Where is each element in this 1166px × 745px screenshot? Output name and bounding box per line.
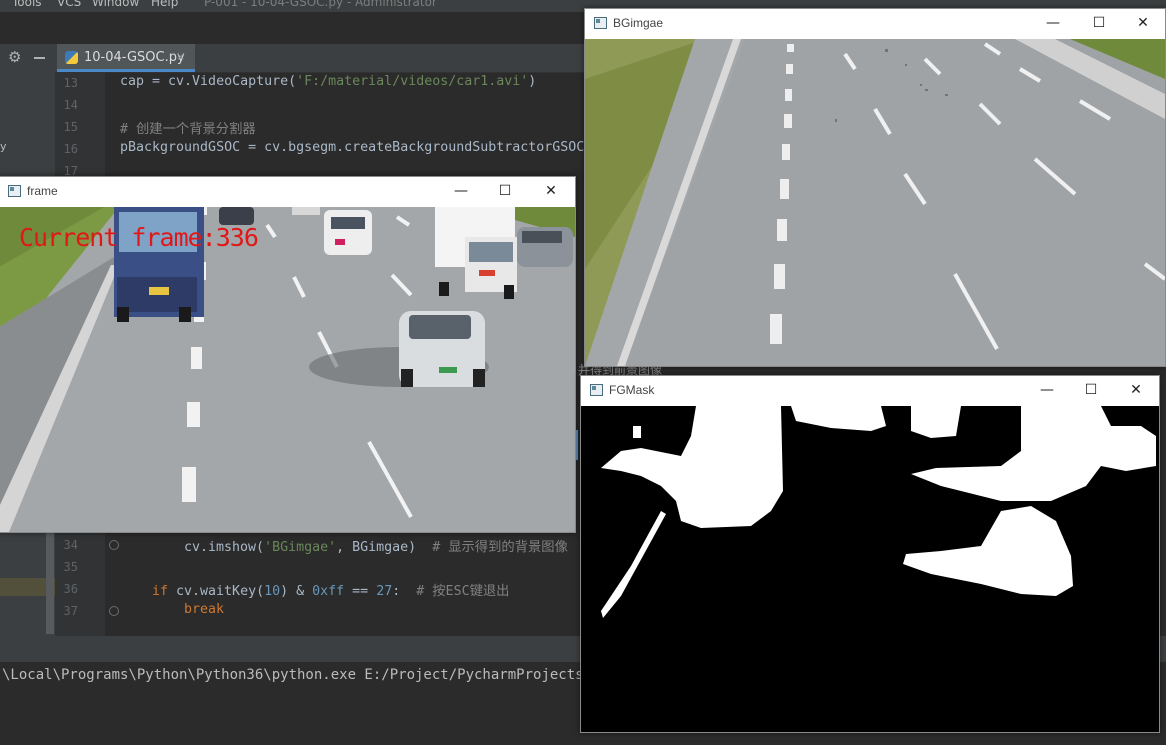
code-comment: # 按ESC键退出 — [416, 584, 510, 599]
frame-counter: Current frame:336 — [19, 223, 259, 252]
grey-car — [517, 227, 573, 267]
code-comment: # 显示得到的背景图像 — [432, 540, 568, 555]
menu-help[interactable]: Help — [151, 0, 178, 9]
minimize-button[interactable]: — — [1033, 12, 1073, 34]
code-keyword: if — [152, 584, 169, 599]
menu-window[interactable]: Window — [92, 0, 139, 9]
line-number: 34 — [63, 538, 78, 552]
video-frame: Current frame:336 — [0, 207, 575, 532]
window-titlebar[interactable]: frame — ☐ ✕ — [0, 177, 575, 206]
fold-icon[interactable] — [109, 606, 119, 616]
menu-tools[interactable]: Tools — [12, 0, 42, 9]
line-number: 13 — [63, 76, 78, 90]
tab-close-icon[interactable]: × — [176, 50, 185, 63]
bgimage-window[interactable]: BGimgae — ☐ ✕ — [584, 8, 1166, 367]
menu-vcs[interactable]: VCS — [57, 0, 81, 9]
code-text: == — [344, 584, 377, 599]
code-line-36[interactable]: if cv.waitKey(10) & 0xff == 27: # 按ESC键退… — [152, 580, 509, 599]
python-file-icon — [65, 51, 78, 64]
background-image — [585, 39, 1165, 366]
code-text: ) & — [280, 584, 313, 599]
line-number: 16 — [63, 142, 78, 156]
window-title: frame — [27, 184, 58, 198]
fold-icon[interactable] — [109, 540, 119, 550]
code-line-34[interactable]: cv.imshow('BGimgae', BGimgae) # 显示得到的背景图… — [184, 536, 568, 555]
window-titlebar[interactable]: FGMask — ☐ ✕ — [581, 376, 1159, 405]
close-button[interactable]: ✕ — [1123, 12, 1163, 34]
opencv-window-icon — [8, 185, 21, 197]
frame-window[interactable]: frame — ☐ ✕ Current frame:336 — [0, 176, 576, 533]
window-titlebar[interactable]: BGimgae — ☐ ✕ — [585, 9, 1165, 38]
tab-label: 10-04-GSOC.py — [84, 50, 185, 65]
window-title: BGimgae — [613, 16, 664, 30]
code-text: , BGimgae) — [336, 540, 433, 555]
gear-icon[interactable]: ⚙ — [8, 48, 21, 66]
box-truck — [435, 207, 517, 299]
hide-panel-icon[interactable] — [34, 57, 45, 59]
code-text: : — [392, 584, 417, 599]
project-scrollbar[interactable] — [46, 530, 54, 634]
line-number: 14 — [63, 98, 78, 112]
silver-car — [399, 311, 485, 387]
maximize-button[interactable]: ☐ — [1079, 12, 1119, 34]
code-line-13[interactable]: cap = cv.VideoCapture('F:/material/video… — [120, 74, 536, 89]
white-car-top — [324, 210, 372, 255]
line-number: 15 — [63, 120, 78, 134]
minimize-button[interactable]: — — [441, 180, 481, 202]
code-text: cv.waitKey( — [168, 584, 265, 599]
code-number: 0xff — [312, 584, 345, 599]
line-number: 35 — [63, 560, 78, 574]
code-string: 'F:/material/videos/car1.avi' — [296, 74, 529, 89]
ide-window-title: P-001 - 10-04-GSOC.py - Administrator — [204, 0, 437, 9]
opencv-window-icon — [590, 384, 603, 396]
code-line-16[interactable]: pBackgroundGSOC = cv.bgsegm.createBackgr… — [120, 140, 592, 155]
opencv-window-icon — [594, 17, 607, 29]
fgmask-window[interactable]: FGMask — ☐ ✕ — [580, 375, 1160, 733]
code-text: cap = cv.VideoCapture( — [120, 74, 297, 89]
tab-10-04-gsoc[interactable]: 10-04-GSOC.py × — [57, 44, 195, 72]
maximize-button[interactable]: ☐ — [1071, 379, 1111, 401]
code-number: 27 — [376, 584, 393, 599]
code-text: ) — [528, 74, 537, 89]
background-road-scene — [585, 39, 1165, 366]
close-button[interactable]: ✕ — [531, 180, 571, 202]
code-text: cv.imshow( — [184, 540, 265, 555]
code-line-37[interactable]: break — [184, 602, 224, 616]
minimize-button[interactable]: — — [1027, 379, 1067, 401]
maximize-button[interactable]: ☐ — [485, 180, 525, 202]
code-number: 10 — [264, 584, 281, 599]
code-string: 'BGimgae' — [264, 540, 337, 555]
traffic-scene — [0, 207, 575, 532]
window-title: FGMask — [609, 383, 655, 397]
close-button[interactable]: ✕ — [1116, 379, 1156, 401]
line-number: 36 — [63, 582, 78, 596]
code-line-15[interactable]: # 创建一个背景分割器 — [120, 118, 256, 137]
line-number: 37 — [63, 604, 78, 618]
console-output: \Local\Programs\Python\Python36\python.e… — [2, 667, 618, 683]
foreground-blobs — [581, 406, 1159, 732]
foreground-mask — [581, 406, 1159, 732]
project-panel-text: y — [0, 140, 7, 153]
